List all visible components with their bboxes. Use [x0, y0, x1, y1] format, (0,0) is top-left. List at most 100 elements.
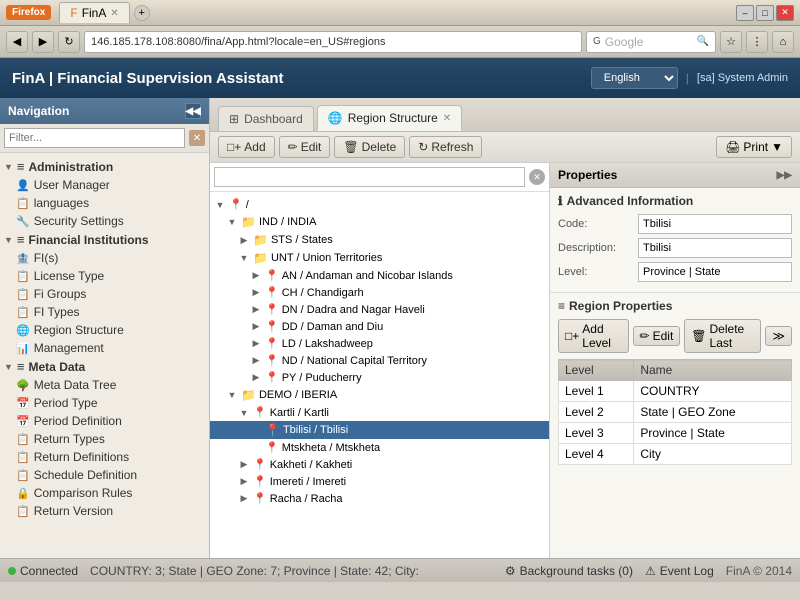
firefox-logo: Firefox	[6, 5, 51, 20]
tree-node-an[interactable]: ▶ 📍 AN / Andaman and Nicobar Islands	[210, 267, 549, 284]
tab-close-icon[interactable]: ✕	[110, 8, 118, 19]
tree-node-ch[interactable]: ▶ 📍 CH / Chandigarh	[210, 284, 549, 301]
sidebar-item-period-definition[interactable]: 📅 Period Definition	[0, 412, 209, 430]
node-label: PY / Puducherry	[282, 372, 362, 384]
sidebar-item-security-settings[interactable]: 🔧 Security Settings	[0, 212, 209, 230]
event-log[interactable]: ⚠ Event Log	[645, 564, 714, 578]
sidebar-section-meta-data[interactable]: ▼ ≡ Meta Data	[0, 357, 209, 376]
sidebar-item-return-types[interactable]: 📋 Return Types	[0, 430, 209, 448]
bookmark-button[interactable]: ☆	[720, 31, 742, 53]
sidebar-item-fis[interactable]: 🏦 FI(s)	[0, 249, 209, 267]
code-input[interactable]	[638, 214, 792, 234]
properties-panel: Properties ▶▶ ℹ Advanced Information Cod…	[550, 163, 800, 558]
sidebar-section-meta-items: 🌳 Meta Data Tree 📅 Period Type 📅 Period …	[0, 376, 209, 520]
tree-node-mtskheta[interactable]: 📍 Mtskheta / Mtskheta	[210, 439, 549, 456]
folder-icon: 📁	[253, 251, 268, 265]
sidebar-item-management[interactable]: 📊 Management	[0, 339, 209, 357]
print-button[interactable]: 🖨 Print ▼	[716, 136, 792, 158]
sidebar-item-fi-groups[interactable]: 📋 Fi Groups	[0, 285, 209, 303]
sidebar-item-languages[interactable]: 📋 languages	[0, 194, 209, 212]
tree-node-tbilisi[interactable]: 📍 Tbilisi / Tbilisi	[210, 421, 549, 439]
edit-button[interactable]: ✏ Edit	[279, 136, 331, 158]
sidebar-filter-clear-button[interactable]: ✕	[189, 130, 205, 146]
tree-node-py[interactable]: ▶ 📍 PY / Puducherry	[210, 369, 549, 386]
refresh-button[interactable]: ↻ Refresh	[409, 136, 482, 158]
sidebar-item-return-definitions[interactable]: 📋 Return Definitions	[0, 448, 209, 466]
tree-node-ind[interactable]: ▼ 📁 IND / INDIA	[210, 213, 549, 231]
tree-node-nd[interactable]: ▶ 📍 ND / National Capital Territory	[210, 352, 549, 369]
tree-node-sts[interactable]: ▶ 📁 STS / States	[210, 231, 549, 249]
background-tasks[interactable]: ⚙ Background tasks (0)	[505, 564, 633, 578]
browser-tab[interactable]: F FinA ✕	[59, 2, 129, 23]
sidebar-item-license-type[interactable]: 📋 License Type	[0, 267, 209, 285]
sidebar-filter-input[interactable]	[4, 128, 185, 148]
add-button[interactable]: □+ Add	[218, 136, 275, 158]
delete-button[interactable]: 🗑 Delete	[334, 136, 405, 158]
calendar-icon: 📅	[16, 397, 30, 410]
tab-region-structure[interactable]: 🌐 Region Structure ✕	[317, 105, 462, 131]
back-button[interactable]: ◀	[6, 31, 28, 53]
more-button[interactable]: ≫	[765, 326, 792, 346]
tab-title: FinA	[82, 6, 107, 20]
tree-node-racha[interactable]: ▶ 📍 Racha / Racha	[210, 490, 549, 507]
sidebar-item-label: Comparison Rules	[34, 486, 133, 500]
menu-button[interactable]: ⋮	[746, 31, 768, 53]
maximize-button[interactable]: □	[756, 5, 774, 21]
minimize-button[interactable]: –	[736, 5, 754, 21]
sidebar-collapse-button[interactable]: ◀◀	[185, 103, 201, 119]
tree-node-demo[interactable]: ▼ 📁 DEMO / IBERIA	[210, 386, 549, 404]
chevron-down-icon: ▼	[4, 162, 13, 172]
tree-node-kakheti[interactable]: ▶ 📍 Kakheti / Kakheti	[210, 456, 549, 473]
table-row[interactable]: Level 3Province | State	[559, 423, 792, 444]
sidebar-item-comparison-rules[interactable]: 🔒 Comparison Rules	[0, 484, 209, 502]
level-cell: Level 4	[559, 444, 634, 465]
search-box[interactable]: G Google 🔍	[586, 31, 716, 53]
expand-icon[interactable]: ▶▶	[777, 170, 792, 181]
tree-node-ld[interactable]: ▶ 📍 LD / Lakshadweep	[210, 335, 549, 352]
tab-close-icon[interactable]: ✕	[443, 113, 451, 124]
add-level-button[interactable]: □+ Add Level	[558, 319, 629, 353]
refresh-nav-button[interactable]: ↻	[58, 31, 80, 53]
sidebar-item-user-manager[interactable]: 👤 User Manager	[0, 176, 209, 194]
tab-dashboard[interactable]: ⊞ Dashboard	[218, 106, 314, 131]
forward-button[interactable]: ▶	[32, 31, 54, 53]
tree-node-unt[interactable]: ▼ 📁 UNT / Union Territories	[210, 249, 549, 267]
level-input[interactable]	[638, 262, 792, 282]
sidebar-section-financial-institutions[interactable]: ▼ ≡ Financial Institutions	[0, 230, 209, 249]
tree-node-imereti[interactable]: ▶ 📍 Imereti / Imereti	[210, 473, 549, 490]
table-row[interactable]: Level 1COUNTRY	[559, 381, 792, 402]
tree-node-dd[interactable]: ▶ 📍 DD / Daman and Diu	[210, 318, 549, 335]
new-tab-button[interactable]: +	[134, 5, 150, 21]
pin-icon: 📍	[265, 269, 279, 282]
sidebar-section-administration[interactable]: ▼ ≡ Administration	[0, 157, 209, 176]
toolbar: □+ Add ✏ Edit 🗑 Delete ↻ Refresh 🖨 Print…	[210, 132, 800, 163]
address-input[interactable]: 146.185.178.108:8080/fina/App.html?local…	[84, 31, 582, 53]
description-input[interactable]	[638, 238, 792, 258]
tree-node-kartli[interactable]: ▼ 📍 Kartli / Kartli	[210, 404, 549, 421]
delete-last-button[interactable]: 🗑 Delete Last	[684, 319, 761, 353]
list-icon: ≡	[558, 299, 565, 313]
close-button[interactable]: ✕	[776, 5, 794, 21]
table-row[interactable]: Level 2State | GEO Zone	[559, 402, 792, 423]
sidebar-item-schedule-definition[interactable]: 📋 Schedule Definition	[0, 466, 209, 484]
home-button[interactable]: ⌂	[772, 31, 794, 53]
tree-node-dn[interactable]: ▶ 📍 DN / Dadra and Nagar Haveli	[210, 301, 549, 318]
tree-search-clear-button[interactable]: ✕	[529, 169, 545, 185]
sidebar-item-return-version[interactable]: 📋 Return Version	[0, 502, 209, 520]
table-row[interactable]: Level 4City	[559, 444, 792, 465]
sidebar-item-period-type[interactable]: 📅 Period Type	[0, 394, 209, 412]
edit-level-button[interactable]: ✏ Edit	[633, 326, 681, 346]
node-label: IND / INDIA	[259, 216, 316, 228]
properties-title: Properties	[558, 168, 617, 182]
node-label: LD / Lakshadweep	[282, 338, 373, 350]
node-label: Imereti / Imereti	[270, 476, 346, 488]
tree-search-input[interactable]	[214, 167, 525, 187]
sidebar-item-label: Fi Groups	[34, 287, 87, 301]
sidebar-item-label: License Type	[34, 269, 105, 283]
sidebar-section-label: Administration	[29, 160, 114, 174]
sidebar-item-meta-data-tree[interactable]: 🌳 Meta Data Tree	[0, 376, 209, 394]
tree-node-root[interactable]: ▼ 📍 /	[210, 196, 549, 213]
sidebar-item-fi-types[interactable]: 📋 FI Types	[0, 303, 209, 321]
language-selector[interactable]: English	[591, 67, 678, 89]
sidebar-item-region-structure[interactable]: 🌐 Region Structure	[0, 321, 209, 339]
